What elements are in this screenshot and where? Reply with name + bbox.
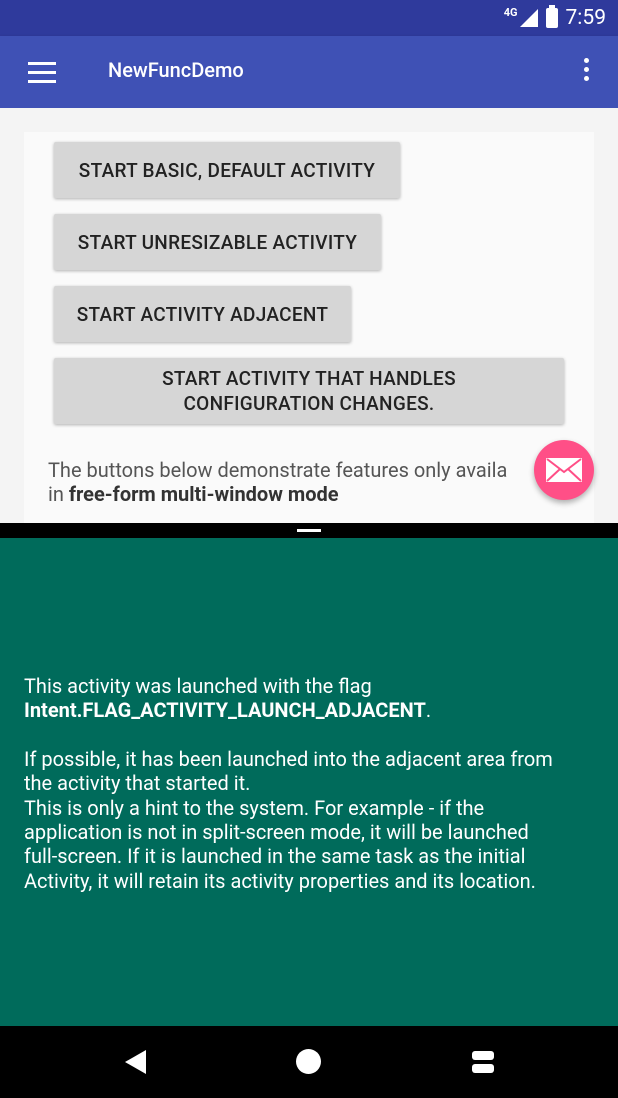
more-vert-icon[interactable] — [584, 58, 590, 86]
recents-icon[interactable] — [472, 1051, 494, 1073]
email-fab[interactable] — [534, 440, 594, 500]
start-unresizable-activity-button[interactable]: START UNRESIZABLE ACTIVITY — [54, 214, 381, 270]
bottom-info-text: This activity was launched with the flag… — [24, 674, 553, 893]
signal-icon — [519, 9, 538, 27]
start-basic-activity-button[interactable]: START BASIC, DEFAULT ACTIVITY — [54, 142, 400, 198]
top-pane: START BASIC, DEFAULT ACTIVITY START UNRE… — [0, 108, 618, 523]
button-card: START BASIC, DEFAULT ACTIVITY START UNRE… — [24, 132, 594, 523]
email-icon — [546, 458, 582, 482]
navigation-bar — [0, 1026, 618, 1098]
start-config-changes-activity-button[interactable]: START ACTIVITY THAT HANDLES CONFIGURATION… — [54, 358, 564, 424]
network-type: 4G — [503, 5, 518, 19]
app-bar: NewFuncDemo — [0, 36, 618, 108]
divider-handle[interactable] — [297, 529, 321, 532]
back-icon[interactable] — [125, 1050, 146, 1074]
button-label: START ACTIVITY THAT HANDLES CONFIGURATION… — [162, 367, 456, 415]
hamburger-menu-icon[interactable] — [28, 62, 56, 83]
app-title: NewFuncDemo — [108, 58, 244, 82]
status-icons: 4G 7:59 — [504, 0, 606, 36]
home-icon[interactable] — [296, 1049, 321, 1074]
clock: 7:59 — [565, 6, 607, 30]
battery-icon — [545, 5, 558, 28]
description-text: The buttons below demonstrate features o… — [48, 458, 508, 506]
bottom-pane: This activity was launched with the flag… — [0, 538, 618, 1026]
status-bar: 4G 7:59 — [0, 0, 618, 36]
split-screen-divider[interactable] — [0, 523, 618, 538]
start-activity-adjacent-button[interactable]: START ACTIVITY ADJACENT — [54, 286, 351, 342]
